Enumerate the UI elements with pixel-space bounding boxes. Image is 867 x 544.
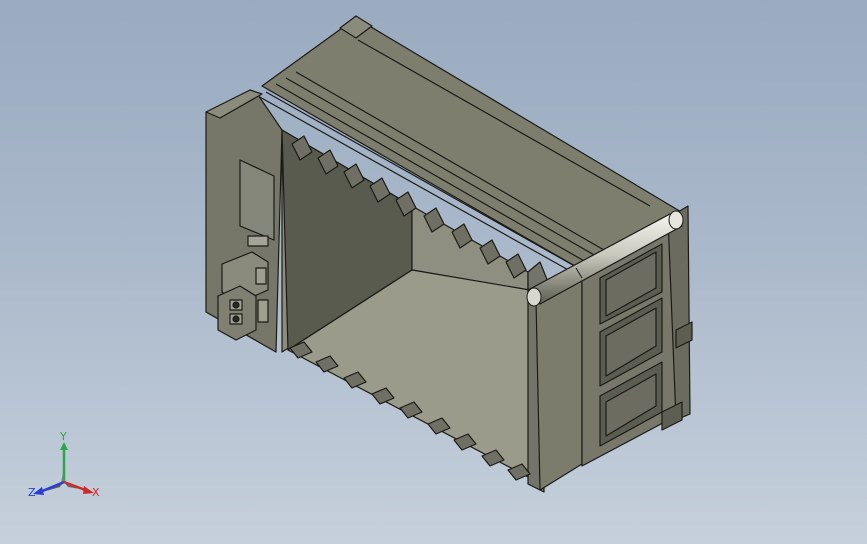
y-axis-label: Y xyxy=(59,430,67,443)
x-axis-label: X xyxy=(92,486,100,499)
z-axis-label: Z xyxy=(28,486,36,499)
z-axis-line xyxy=(39,480,65,494)
axis-triad: Y X Z xyxy=(28,430,100,499)
cad-graphics-viewport[interactable]: Y X Z xyxy=(0,0,867,544)
plc-rack-model[interactable] xyxy=(0,0,867,544)
left-module-led xyxy=(247,235,269,247)
y-axis-arrow-icon xyxy=(60,442,68,450)
